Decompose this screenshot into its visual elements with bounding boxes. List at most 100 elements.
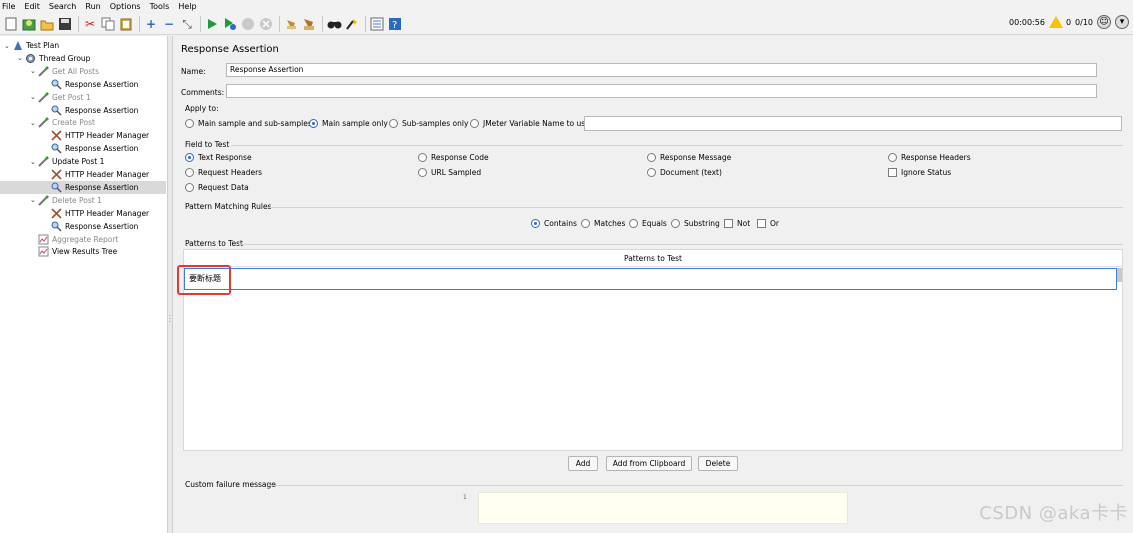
copy-icon[interactable]	[100, 16, 116, 32]
radio-dot[interactable]	[531, 219, 540, 228]
radio-dot[interactable]	[418, 153, 427, 162]
rule-not-checkbox[interactable]: Not	[724, 219, 750, 228]
failure-message-editor[interactable]	[478, 492, 848, 524]
rule-or-checkbox[interactable]: Or	[757, 219, 779, 228]
clear-all-icon[interactable]	[301, 16, 317, 32]
menu-help[interactable]: Help	[178, 2, 196, 11]
field-request-data-radio[interactable]: Request Data	[185, 183, 249, 192]
radio-dot[interactable]	[581, 219, 590, 228]
menu-tools[interactable]: Tools	[150, 2, 170, 11]
comments-field[interactable]	[226, 84, 1097, 98]
tree-item[interactable]: ⌄ Test Plan	[4, 39, 59, 52]
field-url-sampled-radio[interactable]: URL Sampled	[418, 168, 481, 177]
radio-dot[interactable]	[185, 183, 194, 192]
tree-item[interactable]: Response Assertion	[43, 78, 138, 91]
patterns-column-header[interactable]: Patterns to Test	[184, 250, 1122, 267]
field-document-radio[interactable]: Document (text)	[647, 168, 722, 177]
add-from-clipboard-button[interactable]: Add from Clipboard	[606, 456, 692, 471]
field-request-headers-radio[interactable]: Request Headers	[185, 168, 262, 177]
toggle-icon[interactable]: ⤡	[179, 16, 195, 32]
rule-contains-radio[interactable]: Contains	[531, 219, 577, 228]
shutdown-icon[interactable]	[258, 16, 274, 32]
tree-item[interactable]: Response Assertion	[0, 180, 166, 194]
reset-search-icon[interactable]	[344, 16, 360, 32]
rule-matches-radio[interactable]: Matches	[581, 219, 625, 228]
save-icon[interactable]	[57, 16, 73, 32]
remote-status-icon[interactable]: ☺	[1097, 15, 1111, 29]
tree-item[interactable]: Response Assertion	[43, 104, 138, 117]
menu-search[interactable]: Search	[49, 2, 76, 11]
expand-toggle-icon[interactable]: ⌄	[30, 196, 38, 204]
menu-run[interactable]: Run	[85, 2, 100, 11]
apply-variable-radio[interactable]: JMeter Variable Name to use	[470, 119, 590, 128]
radio-dot[interactable]	[671, 219, 680, 228]
radio-dot[interactable]	[629, 219, 638, 228]
log-toggle-icon[interactable]: ▾	[1115, 15, 1129, 29]
radio-dot[interactable]	[888, 153, 897, 162]
collapse-icon[interactable]: −	[161, 16, 177, 32]
splitter[interactable]: · · ·	[168, 36, 173, 533]
expand-toggle-icon[interactable]: ⌄	[30, 158, 38, 166]
function-helper-icon[interactable]	[369, 16, 385, 32]
name-field[interactable]: Response Assertion	[226, 63, 1097, 77]
clear-icon[interactable]	[283, 16, 299, 32]
table-scrollbar[interactable]	[1117, 268, 1122, 282]
tree-item[interactable]: ⌄ Delete Post 1	[30, 194, 102, 207]
new-icon[interactable]	[3, 16, 19, 32]
cut-icon[interactable]: ✂	[82, 16, 98, 32]
apply-main-and-sub-radio[interactable]: Main sample and sub-samples	[185, 119, 312, 128]
tree-item[interactable]: Response Assertion	[43, 142, 138, 155]
expand-toggle-icon[interactable]: ⌄	[30, 93, 38, 101]
tree-item[interactable]: ⌄ Get Post 1	[30, 91, 91, 104]
checkbox-box[interactable]	[724, 219, 733, 228]
field-response-headers-radio[interactable]: Response Headers	[888, 153, 971, 162]
radio-dot[interactable]	[647, 153, 656, 162]
tree-item[interactable]: Response Assertion	[43, 220, 138, 233]
splitter-grip-icon[interactable]: · · ·	[169, 314, 172, 326]
rule-equals-radio[interactable]: Equals	[629, 219, 667, 228]
menu-edit[interactable]: Edit	[24, 2, 40, 11]
field-response-message-radio[interactable]: Response Message	[647, 153, 731, 162]
tree-item[interactable]: HTTP Header Manager	[43, 207, 149, 220]
tree-item[interactable]: ⌄ Thread Group	[17, 52, 90, 65]
open-icon[interactable]	[39, 16, 55, 32]
field-text-response-radio[interactable]: Text Response	[185, 153, 252, 162]
tree-item[interactable]: ⌄ Get All Posts	[30, 65, 99, 78]
expand-toggle-icon[interactable]: ⌄	[4, 42, 12, 50]
tree-item[interactable]: View Results Tree	[30, 245, 117, 258]
warning-icon[interactable]	[1048, 16, 1063, 28]
tree-item[interactable]: HTTP Header Manager	[43, 168, 149, 181]
start-no-pause-icon[interactable]	[222, 16, 238, 32]
stop-icon[interactable]	[240, 16, 256, 32]
expand-toggle-icon[interactable]: ⌄	[30, 119, 38, 127]
paste-icon[interactable]	[118, 16, 134, 32]
radio-dot[interactable]	[389, 119, 398, 128]
start-icon[interactable]	[204, 16, 220, 32]
radio-dot[interactable]	[309, 119, 318, 128]
tree-item[interactable]: ⌄ Create Post	[30, 116, 95, 129]
radio-dot[interactable]	[647, 168, 656, 177]
menu-options[interactable]: Options	[110, 2, 141, 11]
rule-substring-radio[interactable]: Substring	[671, 219, 720, 228]
templates-icon[interactable]	[21, 16, 37, 32]
radio-dot[interactable]	[418, 168, 427, 177]
tree-item[interactable]: HTTP Header Manager	[43, 129, 149, 142]
radio-dot[interactable]	[185, 168, 194, 177]
ignore-status-checkbox[interactable]: Ignore Status	[888, 168, 951, 177]
add-button[interactable]: Add	[568, 456, 598, 471]
delete-button[interactable]: Delete	[698, 456, 738, 471]
search-icon[interactable]	[326, 16, 342, 32]
expand-toggle-icon[interactable]: ⌄	[30, 67, 38, 75]
pattern-row-editor[interactable]: 要断标题	[184, 268, 1117, 290]
field-response-code-radio[interactable]: Response Code	[418, 153, 489, 162]
apply-main-only-radio[interactable]: Main sample only	[309, 119, 388, 128]
variable-name-field[interactable]	[584, 116, 1122, 131]
radio-dot[interactable]	[185, 119, 194, 128]
help-icon[interactable]: ?	[387, 16, 403, 32]
tree-item[interactable]: ⌄ Update Post 1	[30, 155, 104, 168]
checkbox-box[interactable]	[888, 168, 897, 177]
expand-toggle-icon[interactable]: ⌄	[17, 54, 25, 62]
tree-item[interactable]: Aggregate Report	[30, 233, 118, 246]
checkbox-box[interactable]	[757, 219, 766, 228]
apply-sub-only-radio[interactable]: Sub-samples only	[389, 119, 468, 128]
